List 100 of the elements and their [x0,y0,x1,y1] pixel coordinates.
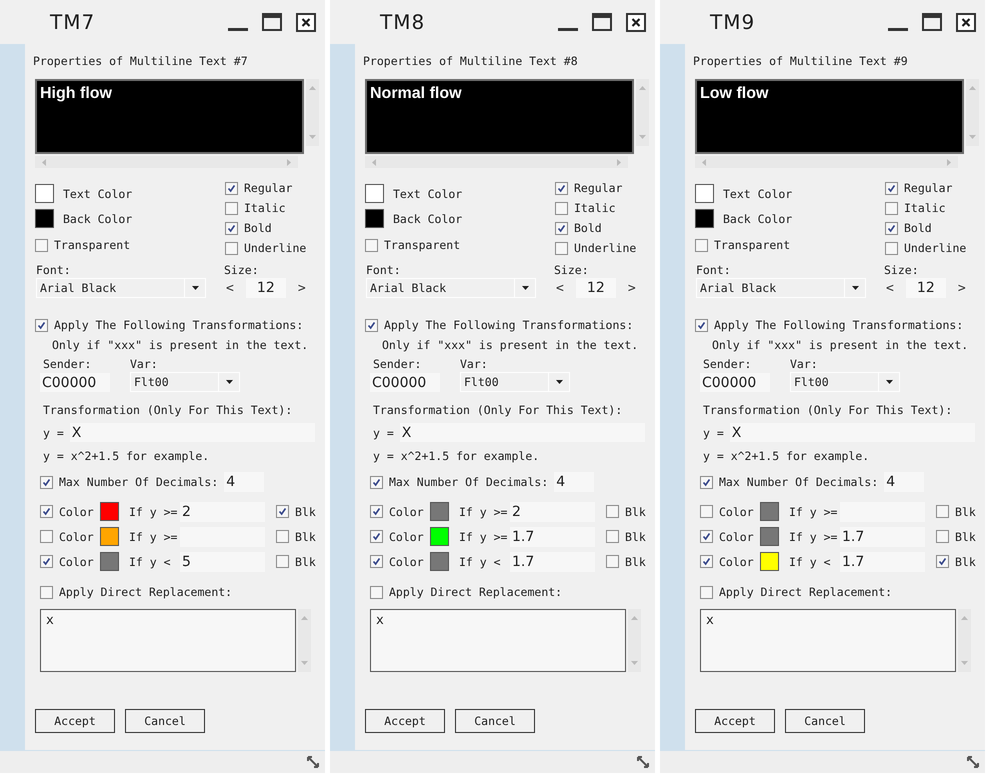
checkbox[interactable] [370,505,383,518]
checkbox[interactable] [370,476,383,488]
dialog-button[interactable]: Accept [35,709,115,733]
decrease-button[interactable]: < [884,280,896,296]
checkbox[interactable] [40,555,53,568]
checkbox[interactable] [606,530,619,543]
var-dropdown[interactable]: Flt00 [460,372,570,392]
sender-field[interactable]: C00000 [40,373,110,392]
text-preview[interactable]: Low flow [695,79,964,154]
checkbox[interactable] [225,202,238,214]
checkbox[interactable] [276,530,289,543]
checkbox[interactable] [40,476,53,488]
checkbox[interactable] [700,555,713,568]
increase-button[interactable]: > [296,280,308,296]
checkbox[interactable] [370,530,383,543]
checkbox[interactable] [700,476,713,488]
dialog-button[interactable]: Accept [695,709,775,733]
color-swatch[interactable] [430,552,449,571]
sender-field[interactable]: C00000 [700,373,770,392]
font-dropdown[interactable]: Arial Black [36,278,206,298]
text-preview[interactable]: Normal flow [365,79,634,154]
color-swatch[interactable] [695,184,714,203]
color-swatch[interactable] [365,184,384,203]
checkbox[interactable] [365,318,378,332]
checkbox[interactable] [370,586,383,598]
checkbox[interactable] [365,238,378,252]
threshold-field[interactable]: 1.7 [840,526,925,546]
close-icon[interactable] [626,12,646,32]
font-dropdown[interactable]: Arial Black [696,278,866,298]
resize-icon[interactable] [637,756,649,768]
checkbox[interactable] [606,505,619,518]
maximize-icon[interactable] [922,13,942,31]
color-swatch[interactable] [760,527,779,546]
close-icon[interactable] [956,12,976,32]
decrease-button[interactable]: < [224,280,236,296]
threshold-field[interactable]: 2 [180,502,265,522]
var-dropdown[interactable]: Flt00 [790,372,900,392]
color-swatch[interactable] [430,527,449,546]
checkbox[interactable] [276,555,289,568]
threshold-field[interactable]: 1.7 [510,526,595,546]
checkbox[interactable] [885,242,898,254]
checkbox[interactable] [225,242,238,254]
color-swatch[interactable] [100,502,119,521]
sender-field[interactable]: C00000 [370,373,440,392]
maximize-icon[interactable] [592,13,612,31]
close-icon[interactable] [296,12,316,32]
checkbox[interactable] [276,505,289,518]
checkbox[interactable] [936,530,949,543]
var-dropdown[interactable]: Flt00 [130,372,240,392]
checkbox[interactable] [555,182,568,194]
checkbox[interactable] [40,530,53,543]
checkbox[interactable] [885,202,898,214]
color-swatch[interactable] [430,502,449,521]
checkbox[interactable] [555,242,568,254]
color-swatch[interactable] [365,209,384,228]
dialog-button[interactable]: Cancel [455,709,535,733]
size-field[interactable]: 12 [576,278,616,298]
replacement-textarea[interactable]: x [40,609,296,672]
threshold-field[interactable]: 1.7 [510,552,595,572]
dialog-button[interactable]: Cancel [785,709,865,733]
color-swatch[interactable] [695,209,714,228]
threshold-field[interactable]: 2 [510,502,595,522]
size-field[interactable]: 12 [246,278,286,298]
text-preview[interactable]: High flow [35,79,304,154]
checkbox[interactable] [695,318,708,332]
formula-field[interactable]: X [400,423,645,442]
dialog-button[interactable]: Cancel [125,709,205,733]
checkbox[interactable] [40,505,53,518]
color-swatch[interactable] [35,209,54,228]
decimals-field[interactable]: 4 [224,472,264,492]
decimals-field[interactable]: 4 [884,472,924,492]
resize-icon[interactable] [967,756,979,768]
color-swatch[interactable] [100,527,119,546]
color-swatch[interactable] [760,552,779,571]
increase-button[interactable]: > [956,280,968,296]
checkbox[interactable] [35,318,48,332]
font-dropdown[interactable]: Arial Black [366,278,536,298]
checkbox[interactable] [700,530,713,543]
replacement-textarea[interactable]: x [370,609,626,672]
maximize-icon[interactable] [262,13,282,31]
formula-field[interactable]: X [730,423,975,442]
checkbox[interactable] [885,222,898,234]
checkbox[interactable] [885,182,898,194]
checkbox[interactable] [225,222,238,234]
checkbox[interactable] [936,505,949,518]
checkbox[interactable] [695,238,708,252]
checkbox[interactable] [700,505,713,518]
checkbox[interactable] [936,555,949,568]
color-swatch[interactable] [760,502,779,521]
color-swatch[interactable] [100,552,119,571]
color-swatch[interactable] [35,184,54,203]
checkbox[interactable] [555,222,568,234]
checkbox[interactable] [40,586,53,598]
threshold-field[interactable]: 5 [180,552,265,572]
checkbox[interactable] [225,182,238,194]
resize-icon[interactable] [307,756,319,768]
checkbox[interactable] [700,586,713,598]
increase-button[interactable]: > [626,280,638,296]
decrease-button[interactable]: < [554,280,566,296]
dialog-button[interactable]: Accept [365,709,445,733]
